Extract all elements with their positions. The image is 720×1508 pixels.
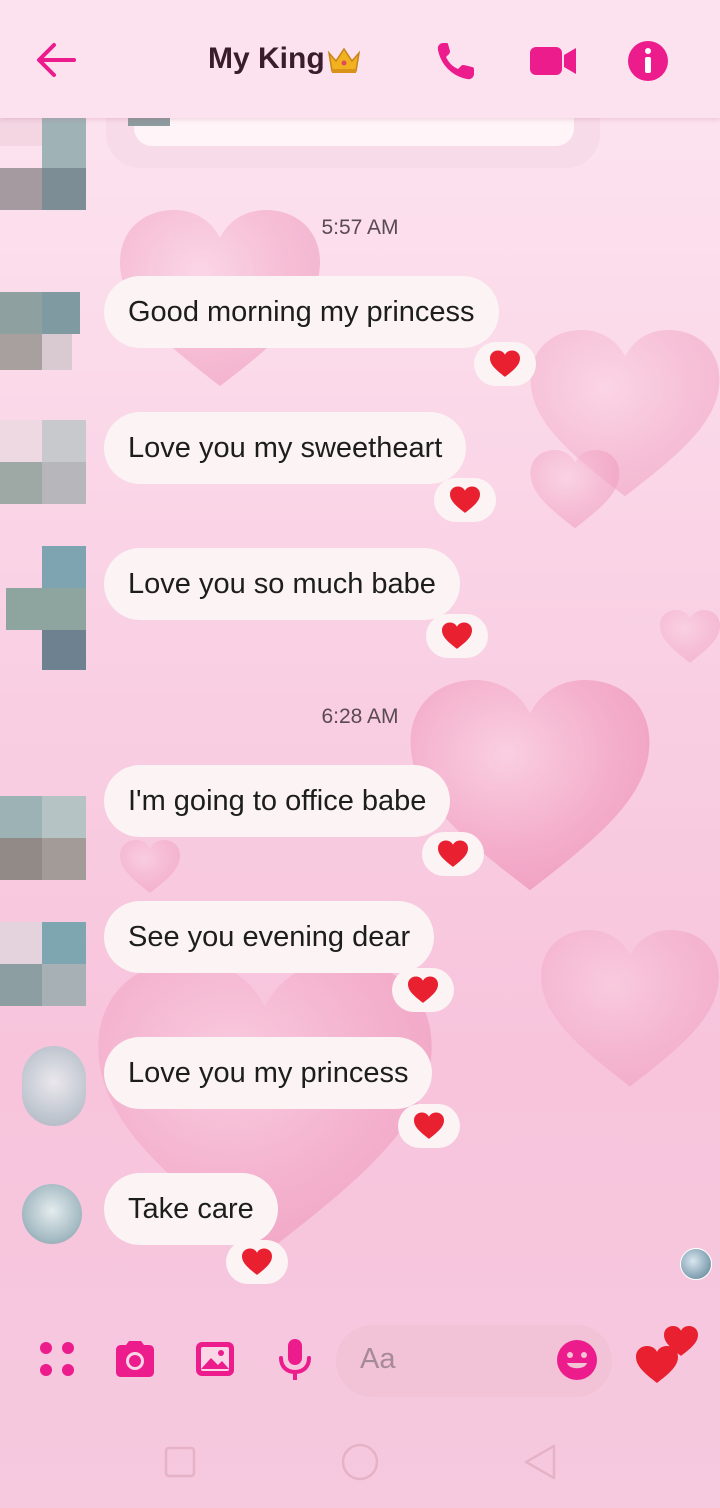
- message-bubble[interactable]: Love you so much babe: [104, 548, 460, 620]
- heart-reaction-icon[interactable]: [422, 832, 484, 876]
- contact-avatar: [6, 546, 86, 670]
- contact-avatar: [22, 1174, 86, 1246]
- contact-avatar: [0, 420, 86, 504]
- phone-icon[interactable]: [433, 38, 479, 84]
- home-circle-icon[interactable]: [340, 1442, 380, 1482]
- contact-avatar: [0, 292, 86, 378]
- seen-receipt-avatar: [680, 1248, 712, 1280]
- contact-name[interactable]: My King: [208, 42, 325, 76]
- contact-avatar: [0, 104, 86, 210]
- info-icon[interactable]: [625, 38, 671, 84]
- message-bubble[interactable]: Good morning my princess: [104, 276, 499, 348]
- message-bubble[interactable]: Love you my sweetheart: [104, 412, 467, 484]
- apps-grid-icon[interactable]: [34, 1336, 80, 1382]
- message-bubble[interactable]: Love you my princess: [104, 1037, 433, 1109]
- contact-avatar: [0, 922, 86, 1006]
- video-camera-icon[interactable]: [528, 38, 578, 84]
- arrow-left-icon[interactable]: [34, 40, 78, 80]
- emoji-icon[interactable]: [556, 1339, 598, 1381]
- crown-icon: [327, 47, 361, 73]
- heart-reaction-icon[interactable]: [434, 478, 496, 522]
- heart-reaction-icon[interactable]: [398, 1104, 460, 1148]
- heart-reaction-icon[interactable]: [474, 342, 536, 386]
- message-bubble[interactable]: Take care: [104, 1173, 278, 1245]
- camera-icon[interactable]: [112, 1336, 158, 1382]
- heart-reaction-icon[interactable]: [226, 1240, 288, 1284]
- contact-avatar: [0, 796, 86, 880]
- message-input[interactable]: Aa: [336, 1325, 612, 1397]
- recents-square-icon[interactable]: [160, 1442, 200, 1482]
- background-heart: [660, 610, 720, 663]
- background-heart: [120, 840, 180, 893]
- message-bubble[interactable]: See you evening dear: [104, 901, 435, 973]
- microphone-icon[interactable]: [272, 1336, 318, 1382]
- heart-like-icon[interactable]: [632, 1324, 704, 1390]
- heart-reaction-icon[interactable]: [426, 614, 488, 658]
- chat-header: My King: [0, 0, 720, 118]
- back-triangle-icon[interactable]: [520, 1442, 560, 1482]
- background-heart: [530, 330, 720, 497]
- gallery-icon[interactable]: [192, 1336, 238, 1382]
- heart-reaction-icon[interactable]: [392, 968, 454, 1012]
- message-composer: Aa: [0, 1316, 720, 1406]
- background-heart: [530, 450, 620, 529]
- timestamp: 5:57 AM: [321, 216, 399, 239]
- contact-avatar: [8, 1046, 86, 1126]
- system-navigation-bar: [0, 1420, 720, 1508]
- timestamp: 6:28 AM: [321, 705, 399, 728]
- background-heart: [541, 930, 719, 1087]
- message-input-placeholder: Aa: [360, 1343, 396, 1375]
- message-bubble[interactable]: I'm going to office babe: [104, 765, 451, 837]
